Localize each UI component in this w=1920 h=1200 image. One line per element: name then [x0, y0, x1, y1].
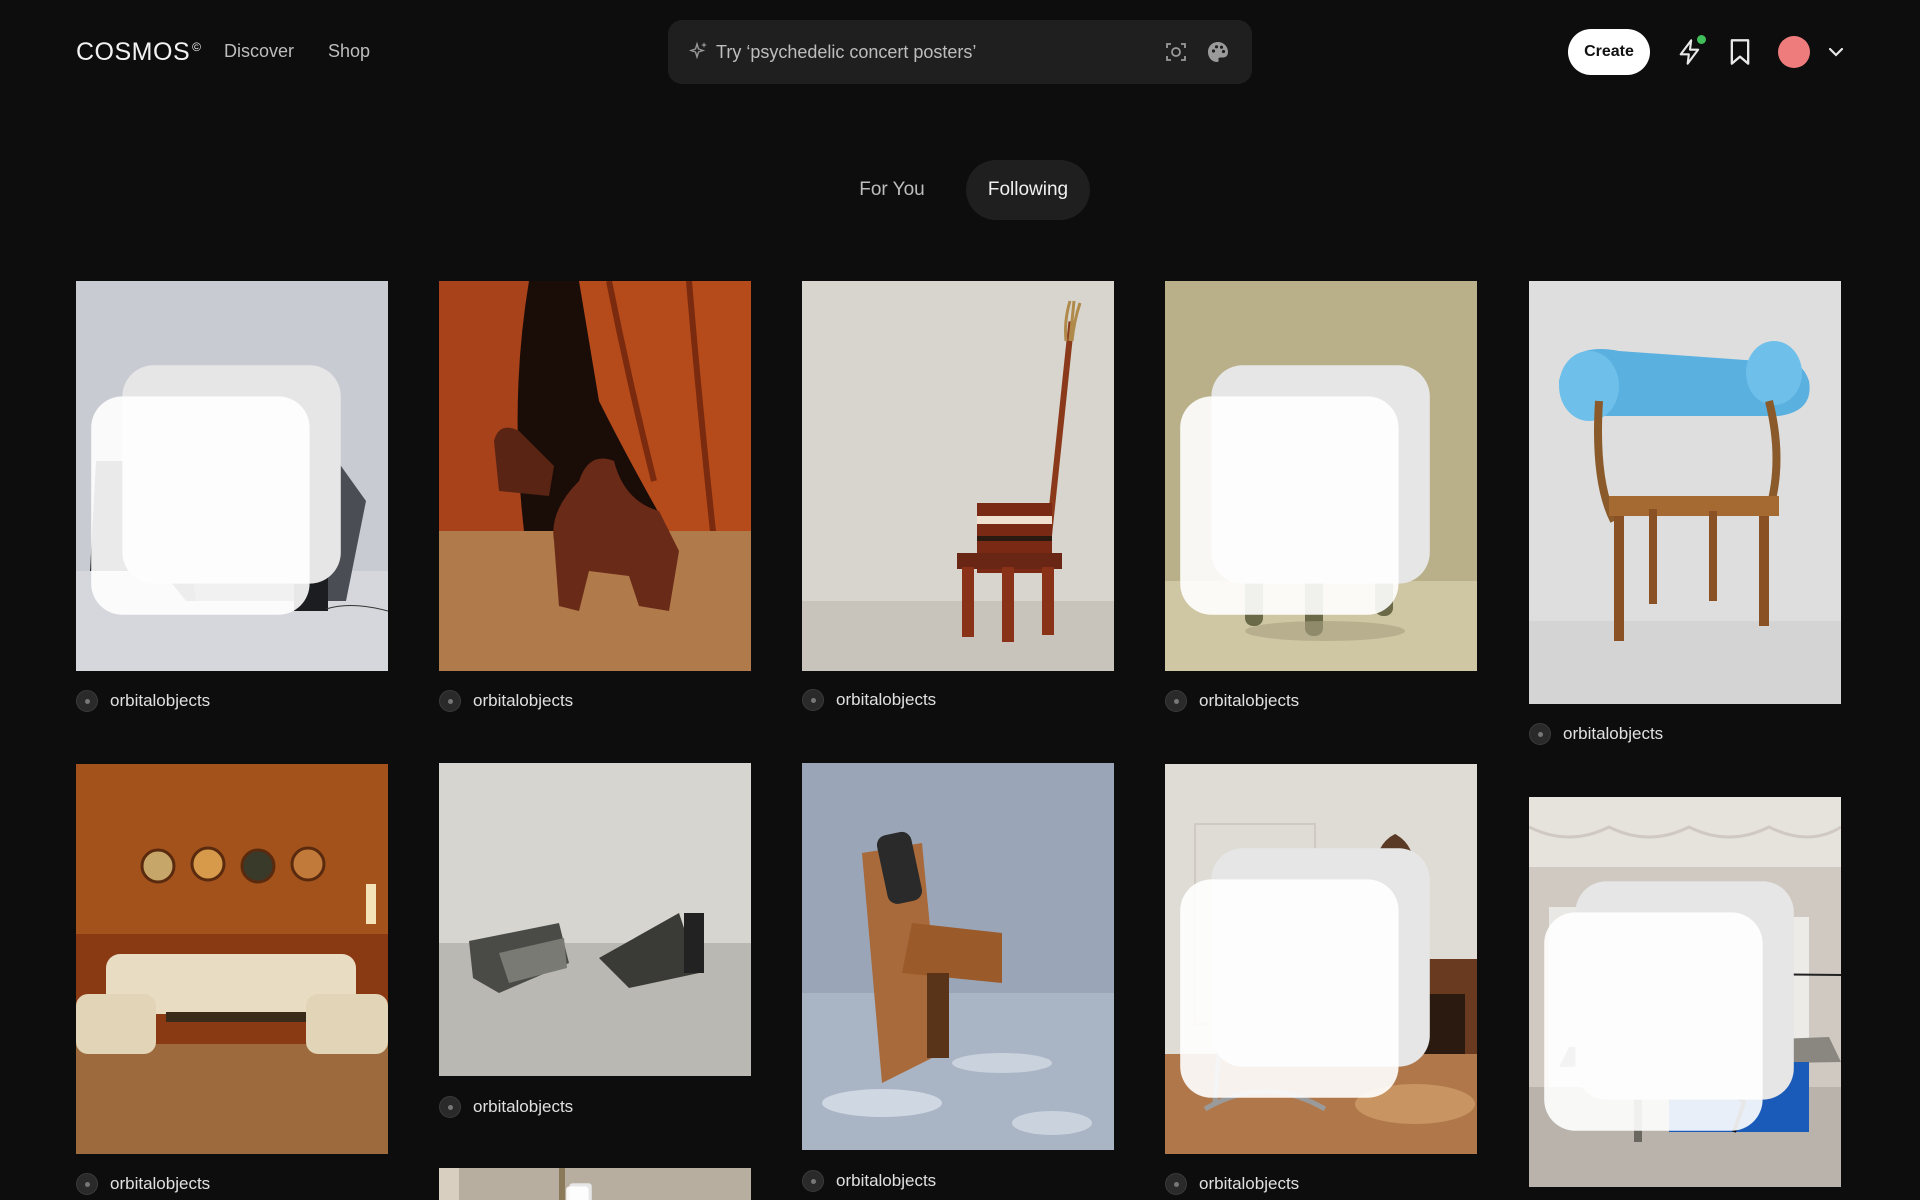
search-input[interactable] [716, 20, 1116, 84]
feed-card[interactable]: orbitalobjects [76, 281, 388, 713]
author-avatar [1165, 690, 1187, 712]
card-author[interactable]: orbitalobjects [1529, 722, 1663, 746]
card-image[interactable] [1529, 797, 1841, 1187]
card-image[interactable] [802, 281, 1114, 671]
feed-card[interactable]: orbitalobjects [439, 281, 751, 713]
orange-lounge-image [76, 764, 388, 1154]
card-image[interactable] [439, 763, 751, 1076]
card-author[interactable]: orbitalobjects [1165, 689, 1299, 713]
create-button[interactable]: Create [1568, 29, 1650, 75]
multi-image-icon [1180, 365, 1430, 615]
card-image[interactable] [439, 1168, 751, 1200]
card-author[interactable]: orbitalobjects [1165, 1172, 1299, 1196]
multi-image-icon [91, 365, 341, 615]
grey-chairs-image [439, 763, 751, 1076]
broom-stool-image [802, 281, 1114, 671]
multi-image-icon [566, 1183, 592, 1200]
card-image[interactable] [439, 281, 751, 671]
bookmark-icon[interactable] [1728, 38, 1752, 66]
user-avatar[interactable] [1778, 36, 1810, 68]
cosmos-logo[interactable]: COSMOS © [76, 38, 201, 67]
feed-card[interactable] [439, 1168, 751, 1200]
curtain-chair-image [439, 281, 751, 671]
feed-card[interactable]: orbitalobjects [76, 764, 388, 1200]
multi-image-icon [1180, 848, 1430, 1098]
card-image[interactable] [76, 764, 388, 1154]
card-author[interactable]: orbitalobjects [802, 1169, 936, 1193]
feed-card[interactable]: orbitalobjects [1165, 764, 1477, 1200]
author-avatar [76, 1173, 98, 1195]
author-avatar [76, 690, 98, 712]
author-avatar [802, 1170, 824, 1192]
multi-image-icon [1544, 881, 1794, 1131]
sparkle-icon [688, 41, 707, 60]
search-bar[interactable] [668, 20, 1252, 84]
card-author[interactable]: orbitalobjects [439, 689, 573, 713]
tab-for-you[interactable]: For You [836, 160, 948, 220]
card-image[interactable] [1165, 764, 1477, 1154]
author-avatar [439, 1096, 461, 1118]
feed-card[interactable]: orbitalobjects [802, 763, 1114, 1195]
palette-icon[interactable] [1206, 40, 1230, 64]
card-image[interactable] [1165, 281, 1477, 671]
feed-card[interactable]: orbitalobjects [802, 281, 1114, 713]
card-author[interactable]: orbitalobjects [76, 689, 210, 713]
card-image[interactable] [1529, 281, 1841, 704]
author-avatar [802, 689, 824, 711]
top-bar: COSMOS© Discover Shop Create [0, 0, 1920, 104]
feed-card[interactable]: orbitalobjects [439, 763, 751, 1119]
tab-following[interactable]: Following [966, 160, 1090, 220]
nav-discover[interactable]: Discover [224, 41, 294, 62]
image-scan-icon[interactable] [1164, 40, 1188, 64]
feed-card[interactable]: orbitalobjects [1529, 281, 1841, 747]
card-image[interactable] [802, 763, 1114, 1150]
card-author[interactable]: orbitalobjects [802, 688, 936, 712]
author-avatar [439, 690, 461, 712]
card-author[interactable]: orbitalobjects [76, 1172, 210, 1196]
card-image[interactable] [76, 281, 388, 671]
feed-card[interactable] [1529, 797, 1841, 1189]
feed-card[interactable]: orbitalobjects [1165, 281, 1477, 713]
card-author[interactable]: orbitalobjects [439, 1095, 573, 1119]
author-avatar [1529, 723, 1551, 745]
blue-tube-chair-image [1529, 281, 1841, 704]
nav-shop[interactable]: Shop [328, 41, 370, 62]
chevron-down-icon[interactable] [1828, 46, 1844, 58]
notification-dot [1697, 35, 1706, 44]
author-avatar [1165, 1173, 1187, 1195]
wood-chair-image [802, 763, 1114, 1150]
